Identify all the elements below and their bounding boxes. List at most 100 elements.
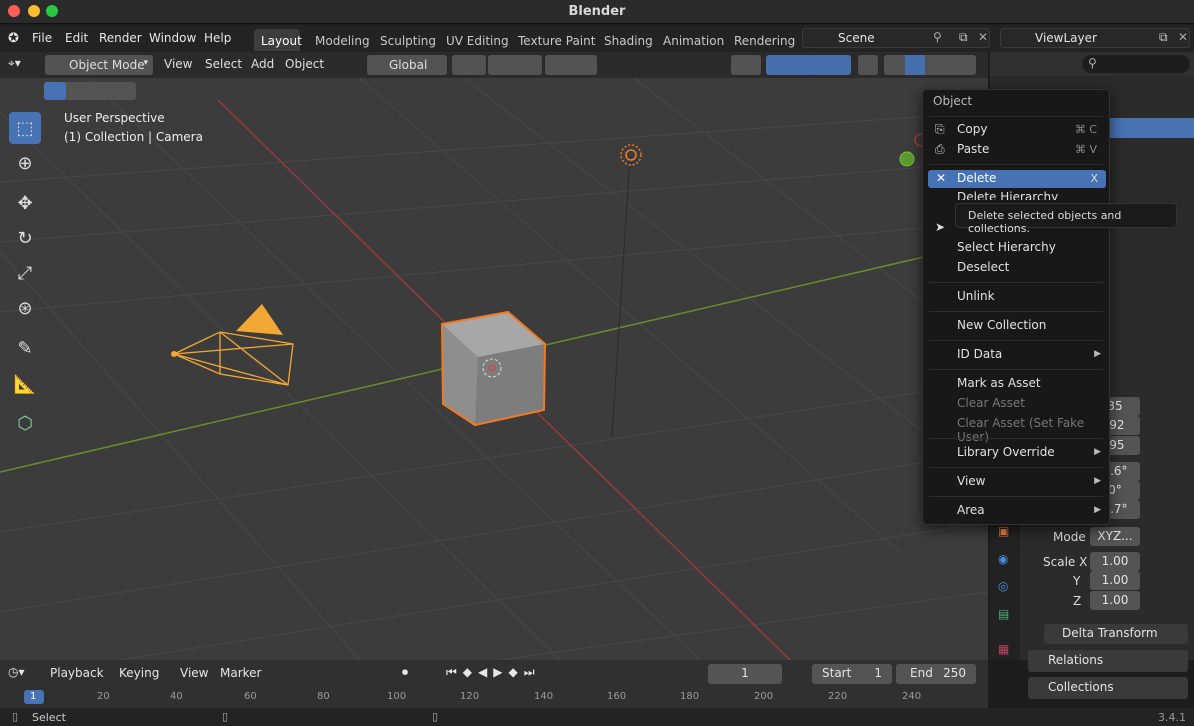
playback-menu[interactable]: Playback [50,666,104,680]
data-properties-icon[interactable]: ▤ [998,607,1009,621]
view-layer-name: ViewLayer [1035,31,1097,45]
scene-name: Scene [838,31,875,45]
mouse-left-icon: ▯ [12,710,19,723]
tab-layout[interactable]: Layout [261,34,302,48]
menu-edit[interactable]: Edit [65,31,88,45]
frame-tick: 60 [244,691,257,702]
record-icon[interactable]: ⏺ [402,665,408,680]
measure-tool[interactable]: 📐 [9,368,41,400]
delete-item[interactable]: ✕ Delete X [928,170,1106,188]
snap-toggle[interactable] [488,55,542,75]
delete-icon: ✕ [936,171,947,185]
view-layer-selector[interactable]: ViewLayer ⧉ ✕ [1000,28,1190,48]
timeline-editor-icon[interactable]: ◷▾ [8,665,25,679]
tab-modeling[interactable]: Modeling [315,34,370,48]
orientation-selector[interactable]: Global [367,55,447,75]
scale-z-field[interactable]: 1.00 [1090,591,1140,610]
marker-menu[interactable]: Marker [220,666,261,680]
menu-file[interactable]: File [32,31,52,45]
area-item[interactable]: Area [957,503,985,517]
modifier-properties-icon[interactable]: ◉ [998,552,1008,566]
library-override-item[interactable]: Library Override [957,445,1055,459]
scale-tool[interactable]: ⤢ [9,257,41,289]
current-frame-field[interactable]: 1 [708,664,782,684]
frame-tick: 1 [30,691,37,702]
menu-view[interactable]: View [164,57,192,71]
scene-selector[interactable]: Scene ⚲ ⧉ ✕ [802,28,990,48]
keying-menu[interactable]: Keying [119,666,159,680]
visibility-selector[interactable] [731,55,761,75]
menu-select[interactable]: Select [205,57,242,71]
pivot-selector[interactable] [452,55,486,75]
copy-shortcut: ⌘ C [1074,123,1097,136]
top-bar: ✪ File Edit Render Window Help Layout Mo… [0,25,1194,52]
menu-object[interactable]: Object [285,57,324,71]
select-mode-buttons[interactable] [44,82,136,100]
select-hierarchy-item[interactable]: Select Hierarchy [957,240,1056,254]
texture-properties-icon[interactable]: ▦ [998,642,1009,656]
move-tool[interactable]: ✥ [9,187,41,219]
blender-logo-icon[interactable]: ✪ [8,31,19,46]
copy-item[interactable]: Copy [957,122,987,136]
outliner-search[interactable]: ⚲ [1082,55,1190,73]
menu-add[interactable]: Add [251,57,274,71]
playback-controls[interactable]: ⏮◆◀▶◆⏭ [446,665,541,680]
deselect-item[interactable]: Deselect [957,260,1009,274]
status-bar: ▯ Select ▯ ▯ 3.4.1 [0,708,1194,726]
collections-panel[interactable]: Collections [1028,677,1188,699]
gizmo-toggle[interactable] [766,55,814,75]
tab-sculpting[interactable]: Sculpting [380,34,436,48]
proportional-editing[interactable] [545,55,597,75]
pin-icon[interactable]: ⚲ [933,30,942,44]
rotate-tool[interactable]: ↻ [9,222,41,254]
delete-scene-icon[interactable]: ✕ [978,30,988,44]
mouse-right-icon: ▯ [432,710,439,723]
tab-texture-paint[interactable]: Texture Paint [518,34,595,48]
paste-item[interactable]: Paste [957,142,989,156]
copy-icon: ⎘ [935,122,945,136]
unlink-item[interactable]: Unlink [957,289,995,303]
frame-tick: 220 [828,691,848,702]
editor-type-icon[interactable]: ⌖▾ [8,56,21,71]
transform-tool[interactable]: ⊛ [9,292,41,324]
relations-panel[interactable]: Relations [1028,650,1188,672]
overlay-toggle[interactable] [811,55,851,75]
id-data-item[interactable]: ID Data [957,347,1002,361]
new-collection-item[interactable]: New Collection [957,318,1046,332]
frame-tick: 180 [680,691,700,702]
xray-toggle[interactable] [858,55,878,75]
mode-selector[interactable]: Object Mode ▾ [45,55,153,75]
shading-modes[interactable] [884,55,976,75]
frame-tick: 80 [317,691,330,702]
tab-animation[interactable]: Animation [663,34,724,48]
delete-view-layer-icon[interactable]: ✕ [1178,30,1188,44]
new-scene-icon[interactable]: ⧉ [959,30,968,45]
tab-uv-editing[interactable]: UV Editing [446,34,509,48]
physics-properties-icon[interactable]: ◎ [998,579,1008,593]
delete-hierarchy-item[interactable]: Delete Hierarchy [957,190,1058,200]
start-frame-field[interactable]: Start 1 [812,664,892,684]
scale-y-field[interactable]: 1.00 [1090,571,1140,590]
menu-render[interactable]: Render [99,31,142,45]
rotation-mode-select[interactable]: XYZ... [1090,527,1140,546]
add-cube-tool[interactable]: ⬡ [9,407,41,439]
annotate-tool[interactable]: ✎ [9,332,41,364]
3d-viewport[interactable]: User Perspective (1) Collection | Camera… [0,52,988,660]
view-item[interactable]: View [957,474,985,488]
new-view-layer-icon[interactable]: ⧉ [1159,30,1168,45]
tab-rendering[interactable]: Rendering [734,34,795,48]
scale-x-field[interactable]: 1.00 [1090,552,1140,571]
menu-help[interactable]: Help [204,31,231,45]
menu-window[interactable]: Window [149,31,196,45]
frame-tick: 40 [170,691,183,702]
object-properties-icon[interactable]: ▣ [998,524,1009,538]
delta-transform-panel[interactable]: Delta Transform [1044,624,1188,644]
cursor-tool[interactable]: ⊕ [9,147,41,179]
timeline-view-menu[interactable]: View [180,666,208,680]
mark-as-asset-item[interactable]: Mark as Asset [957,376,1041,390]
select-box-tool[interactable]: ⬚ [9,112,41,144]
scale-x-label: Scale X [1043,555,1088,569]
delete-tooltip: Delete selected objects and collections. [955,203,1177,235]
end-frame-field[interactable]: End 250 [896,664,976,684]
tab-shading[interactable]: Shading [604,34,653,48]
